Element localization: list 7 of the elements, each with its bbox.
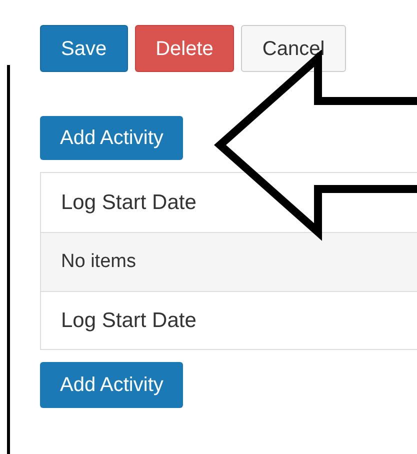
delete-button[interactable]: Delete [134, 25, 234, 72]
table-footer: Log Start Date [41, 292, 417, 349]
add-activity-button[interactable]: Add Activity [40, 116, 184, 160]
save-button[interactable]: Save [40, 25, 128, 72]
add-activity-button[interactable]: Add Activity [40, 362, 184, 408]
cancel-button[interactable]: Cancel [241, 25, 346, 72]
empty-message: No items [41, 233, 417, 292]
